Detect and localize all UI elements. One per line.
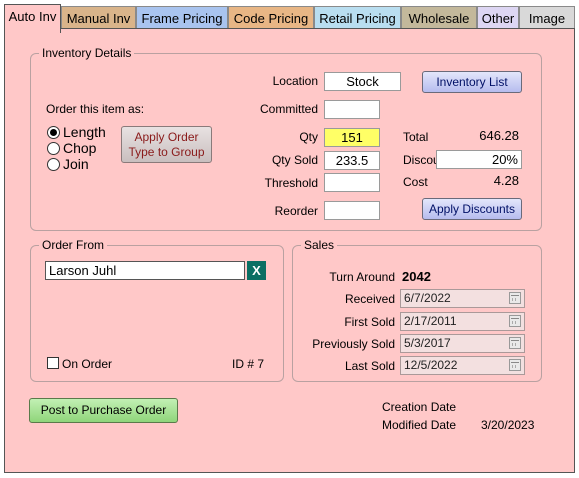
calendar-icon[interactable] (509, 315, 521, 327)
previously-sold-value: 5/3/2017 (404, 336, 451, 350)
inventory-list-button[interactable]: Inventory List (422, 71, 522, 93)
order-from-group: Order From Larson Juhl X On Order ID # 7 (30, 237, 284, 382)
tab-auto-inv[interactable]: Auto Inv (4, 4, 61, 33)
received-value: 6/7/2022 (404, 291, 451, 305)
modified-date-label: Modified Date (382, 418, 457, 432)
cost-label: Cost (403, 175, 428, 189)
tab-label: Code Pricing (233, 11, 309, 26)
threshold-field[interactable] (324, 173, 380, 192)
apply-order-type-label-line1: Apply Order (134, 130, 199, 144)
length-option-label: Length (63, 124, 106, 140)
chop-option-label: Chop (63, 140, 97, 156)
committed-label: Committed (259, 102, 318, 116)
apply-discounts-label: Apply Discounts (428, 202, 516, 216)
join-option-label: Join (63, 156, 89, 172)
turn-around-value: 2042 (402, 269, 431, 284)
sales-title: Sales (301, 237, 338, 253)
length-radio[interactable] (47, 126, 60, 139)
location-field[interactable]: Stock (324, 72, 401, 91)
first-sold-label: First Sold (344, 315, 395, 329)
last-sold-label: Last Sold (344, 359, 395, 373)
received-label: Received (344, 292, 395, 306)
order-from-title: Order From (39, 237, 108, 253)
join-radio[interactable] (47, 158, 60, 171)
apply-discounts-button[interactable]: Apply Discounts (422, 198, 522, 220)
first-sold-value: 2/17/2011 (404, 314, 457, 328)
clear-vendor-button[interactable]: X (247, 261, 266, 280)
last-sold-value: 12/5/2022 (404, 358, 458, 372)
inventory-list-label: Inventory List (436, 75, 508, 89)
qty-label: Qty (299, 130, 318, 144)
vendor-field[interactable]: Larson Juhl (45, 261, 245, 280)
reorder-field[interactable] (324, 201, 380, 220)
discount-field[interactable]: 20% (436, 150, 522, 169)
threshold-label: Threshold (264, 176, 318, 190)
chop-radio[interactable] (47, 142, 60, 155)
vendor-id-text: ID # 7 (232, 357, 265, 371)
received-field[interactable]: 6/7/2022 (400, 289, 525, 308)
previously-sold-label: Previously Sold (312, 337, 395, 351)
modified-date-value: 3/20/2023 (481, 418, 535, 432)
tab-label: Manual Inv (66, 11, 131, 26)
total-label: Total (403, 130, 429, 144)
creation-date-label: Creation Date (382, 400, 457, 414)
committed-field[interactable] (324, 100, 380, 119)
inventory-details-title: Inventory Details (39, 45, 135, 61)
last-sold-field[interactable]: 12/5/2022 (400, 356, 525, 375)
tab-label: Wholesale (408, 11, 470, 26)
turn-around-label: Turn Around (329, 270, 395, 284)
inventory-details-group: Inventory Details Location Stock Invento… (30, 45, 542, 231)
calendar-icon[interactable] (509, 359, 521, 371)
post-to-purchase-order-label: Post to Purchase Order (40, 403, 167, 417)
previously-sold-field[interactable]: 5/3/2017 (400, 334, 525, 353)
tab-label: Other (481, 11, 515, 26)
tab-label: Auto Inv (8, 9, 57, 24)
location-label: Location (272, 74, 318, 88)
qty-sold-label: Qty Sold (271, 153, 318, 167)
calendar-icon[interactable] (509, 292, 521, 304)
cost-value: 4.28 (493, 173, 519, 188)
apply-order-type-label-line2: Type to Group (128, 145, 205, 159)
sales-group: Sales Turn Around 2042 Received 6/7/2022… (292, 237, 542, 382)
post-to-purchase-order-button[interactable]: Post to Purchase Order (29, 398, 178, 423)
qty-field[interactable]: 151 (324, 128, 380, 147)
auto-inv-panel: Inventory Details Location Stock Invento… (4, 28, 575, 473)
tab-label: Frame Pricing (141, 11, 223, 26)
on-order-label: On Order (62, 357, 113, 371)
first-sold-field[interactable]: 2/17/2011 (400, 312, 525, 331)
tab-label: Retail Pricing (319, 11, 396, 26)
on-order-checkbox[interactable] (47, 357, 59, 369)
reorder-label: Reorder (274, 204, 318, 218)
total-value: 646.28 (479, 128, 519, 143)
tab-label: Image (528, 11, 566, 26)
calendar-icon[interactable] (509, 337, 521, 349)
qty-sold-field[interactable]: 233.5 (324, 151, 380, 170)
apply-order-type-button[interactable]: Apply Order Type to Group (121, 126, 212, 163)
order-as-label: Order this item as: (46, 102, 145, 116)
